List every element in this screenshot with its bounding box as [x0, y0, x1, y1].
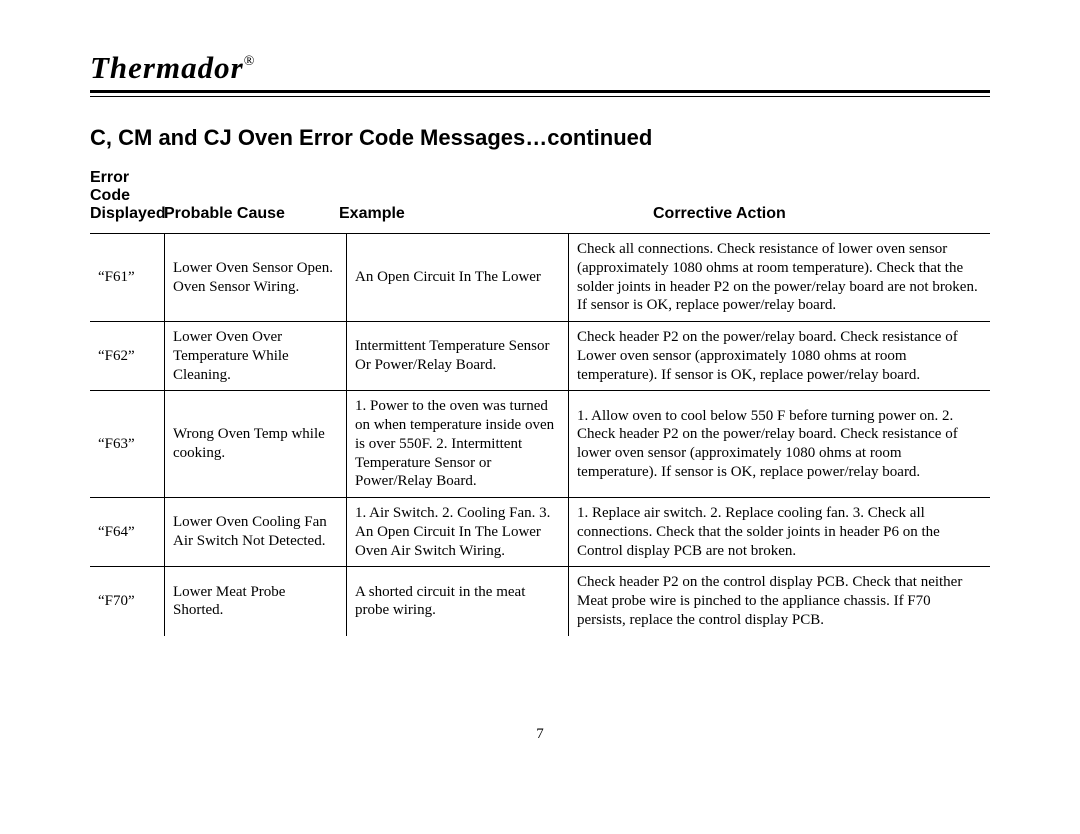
cell-action: 1. Allow oven to cool below 550 F before… [569, 391, 991, 498]
cell-code: “F61” [90, 234, 165, 322]
cell-code: “F62” [90, 322, 165, 391]
cell-action: Check all connections. Check resistance … [569, 234, 991, 322]
cell-example: 1. Air Switch. 2. Cooling Fan. 3. An Ope… [347, 498, 569, 567]
cell-example: An Open Circuit In The Lower [347, 234, 569, 322]
header-example: Example [339, 205, 553, 223]
table-row: “F64” Lower Oven Cooling Fan Air Switch … [90, 498, 990, 567]
column-header-top-row: Error Code [90, 169, 990, 205]
table-row: “F62” Lower Oven Over Temperature While … [90, 322, 990, 391]
header-error-code-top: Error Code [90, 169, 164, 205]
header-corrective-action: Corrective Action [553, 205, 990, 223]
cell-cause: Lower Oven Cooling Fan Air Switch Not De… [165, 498, 347, 567]
brand-logo: Thermador® [90, 50, 990, 86]
cell-cause: Lower Meat Probe Shorted. [165, 567, 347, 636]
cell-code: “F64” [90, 498, 165, 567]
cell-example: A shorted circuit in the meat probe wiri… [347, 567, 569, 636]
column-headers: Displayed Probable Cause Example Correct… [90, 205, 990, 223]
header-rule-thick [90, 90, 990, 93]
cell-code: “F63” [90, 391, 165, 498]
section-title: C, CM and CJ Oven Error Code Messages…co… [90, 125, 990, 151]
error-code-table: “F61” Lower Oven Sensor Open. Oven Senso… [90, 233, 990, 636]
cell-cause: Lower Oven Over Temperature While Cleani… [165, 322, 347, 391]
header-rule-thin [90, 96, 990, 97]
cell-action: Check header P2 on the control display P… [569, 567, 991, 636]
cell-action: 1. Replace air switch. 2. Replace coolin… [569, 498, 991, 567]
table-row: “F61” Lower Oven Sensor Open. Oven Senso… [90, 234, 990, 322]
cell-example: 1. Power to the oven was turned on when … [347, 391, 569, 498]
registered-mark: ® [244, 54, 256, 69]
cell-cause: Lower Oven Sensor Open. Oven Sensor Wiri… [165, 234, 347, 322]
header-probable-cause: Probable Cause [164, 205, 339, 223]
cell-cause: Wrong Oven Temp while cooking. [165, 391, 347, 498]
table-row: “F70” Lower Meat Probe Shorted. A shorte… [90, 567, 990, 636]
cell-example: Intermittent Temperature Sensor Or Power… [347, 322, 569, 391]
table-row: “F63” Wrong Oven Temp while cooking. 1. … [90, 391, 990, 498]
brand-text: Thermador [90, 50, 244, 85]
page-number: 7 [90, 726, 990, 743]
header-displayed: Displayed [90, 205, 164, 223]
cell-action: Check header P2 on the power/relay board… [569, 322, 991, 391]
cell-code: “F70” [90, 567, 165, 636]
